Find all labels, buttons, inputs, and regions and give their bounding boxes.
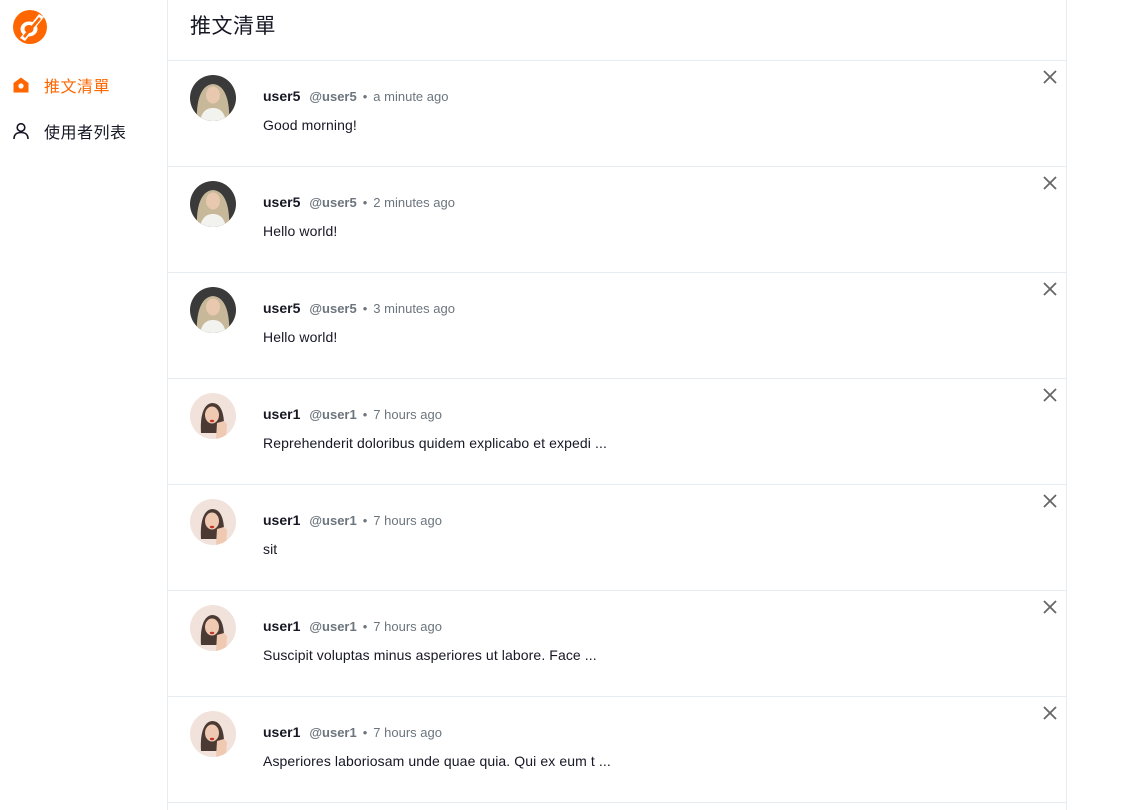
tweet-row: user5 @user5 • 3 minutes ago Hello world… [168,273,1066,379]
tweet-user-account[interactable]: @user5 [309,301,356,316]
tweet-row: user1 @user1 • 7 hours ago Asperiores la… [168,697,1066,803]
tweet-user-name[interactable]: user5 [263,300,300,316]
tweet-user-account[interactable]: @user1 [309,407,356,422]
tweet-timestamp: 7 hours ago [373,513,442,528]
app-root: 推文清單 使用者列表 推文清單 user5 @user5 • a minute … [0,0,1148,810]
alphacamp-logo-icon[interactable] [11,8,49,46]
tweet-row: user1 @user1 • 7 hours ago sit [168,485,1066,591]
tweet-header: user5 @user5 • a minute ago [263,88,448,104]
delete-tweet-button[interactable] [1042,69,1058,85]
tweet-text[interactable]: Asperiores laboriosam unde quae quia. Qu… [263,753,611,769]
avatar[interactable] [190,393,236,439]
tweet-user-name[interactable]: user1 [263,724,300,740]
tweet-timestamp: 7 hours ago [373,725,442,740]
separator-dot: • [362,195,368,210]
delete-tweet-button[interactable] [1042,599,1058,615]
separator-dot: • [362,407,368,422]
tweet-text[interactable]: sit [263,541,277,557]
tweet-user-account[interactable]: @user1 [309,513,356,528]
tweet-user-account[interactable]: @user1 [309,725,356,740]
avatar[interactable] [190,287,236,333]
close-icon [1043,600,1057,614]
delete-tweet-button[interactable] [1042,387,1058,403]
sidebar: 推文清單 使用者列表 [0,0,167,810]
home-icon [12,76,30,94]
tweet-user-name[interactable]: user1 [263,406,300,422]
close-icon [1043,494,1057,508]
tweet-header: user1 @user1 • 7 hours ago [263,724,442,740]
tweet-row: user1 @user1 • 7 hours ago Reprehenderit… [168,379,1066,485]
separator-dot: • [362,513,368,528]
tweet-user-name[interactable]: user1 [263,618,300,634]
tweet-user-account[interactable]: @user5 [309,195,356,210]
separator-dot: • [362,89,368,104]
sidebar-item-label: 使用者列表 [44,125,127,142]
delete-tweet-button[interactable] [1042,493,1058,509]
tweet-timestamp: 3 minutes ago [373,301,455,316]
tweet-list: user5 @user5 • a minute ago Good morning… [168,61,1066,803]
user-icon [12,122,30,140]
page-title: 推文清單 [190,15,276,38]
close-icon [1043,176,1057,190]
tweet-row: user5 @user5 • a minute ago Good morning… [168,61,1066,167]
delete-tweet-button[interactable] [1042,705,1058,721]
tweet-timestamp: 7 hours ago [373,407,442,422]
avatar[interactable] [190,499,236,545]
tweet-user-account[interactable]: @user1 [309,619,356,634]
tweet-timestamp: 2 minutes ago [373,195,455,210]
tweet-header: user5 @user5 • 3 minutes ago [263,300,455,316]
tweet-text[interactable]: Good morning! [263,117,357,133]
tweet-text[interactable]: Hello world! [263,223,337,239]
tweet-user-name[interactable]: user5 [263,88,300,104]
sidebar-item-tweets[interactable]: 推文清單 [12,73,110,97]
sidebar-item-label: 推文清單 [44,79,111,96]
tweet-row: user1 @user1 • 7 hours ago Suscipit volu… [168,591,1066,697]
tweet-text[interactable]: Suscipit voluptas minus asperiores ut la… [263,647,597,663]
avatar[interactable] [190,181,236,227]
tweet-timestamp: a minute ago [373,89,449,104]
separator-dot: • [362,619,368,634]
tweet-user-name[interactable]: user5 [263,194,300,210]
tweet-header: user1 @user1 • 7 hours ago [263,406,442,422]
close-icon [1043,388,1057,402]
tweet-user-account[interactable]: @user5 [309,89,356,104]
separator-dot: • [362,301,368,316]
main-panel: 推文清單 user5 @user5 • a minute ago Good mo… [167,0,1067,810]
avatar[interactable] [190,711,236,757]
tweet-row: user5 @user5 • 2 minutes ago Hello world… [168,167,1066,273]
tweet-header: user1 @user1 • 7 hours ago [263,512,442,528]
tweet-text[interactable]: Reprehenderit doloribus quidem explicabo… [263,435,607,451]
tweet-timestamp: 7 hours ago [373,619,442,634]
tweet-header: user1 @user1 • 7 hours ago [263,618,442,634]
page-header: 推文清單 [168,0,1066,61]
separator-dot: • [362,725,368,740]
close-icon [1043,706,1057,720]
close-icon [1043,282,1057,296]
close-icon [1043,70,1057,84]
delete-tweet-button[interactable] [1042,175,1058,191]
tweet-header: user5 @user5 • 2 minutes ago [263,194,455,210]
tweet-text[interactable]: Hello world! [263,329,337,345]
avatar[interactable] [190,75,236,121]
tweet-user-name[interactable]: user1 [263,512,300,528]
avatar[interactable] [190,605,236,651]
delete-tweet-button[interactable] [1042,281,1058,297]
sidebar-item-users[interactable]: 使用者列表 [12,119,127,143]
